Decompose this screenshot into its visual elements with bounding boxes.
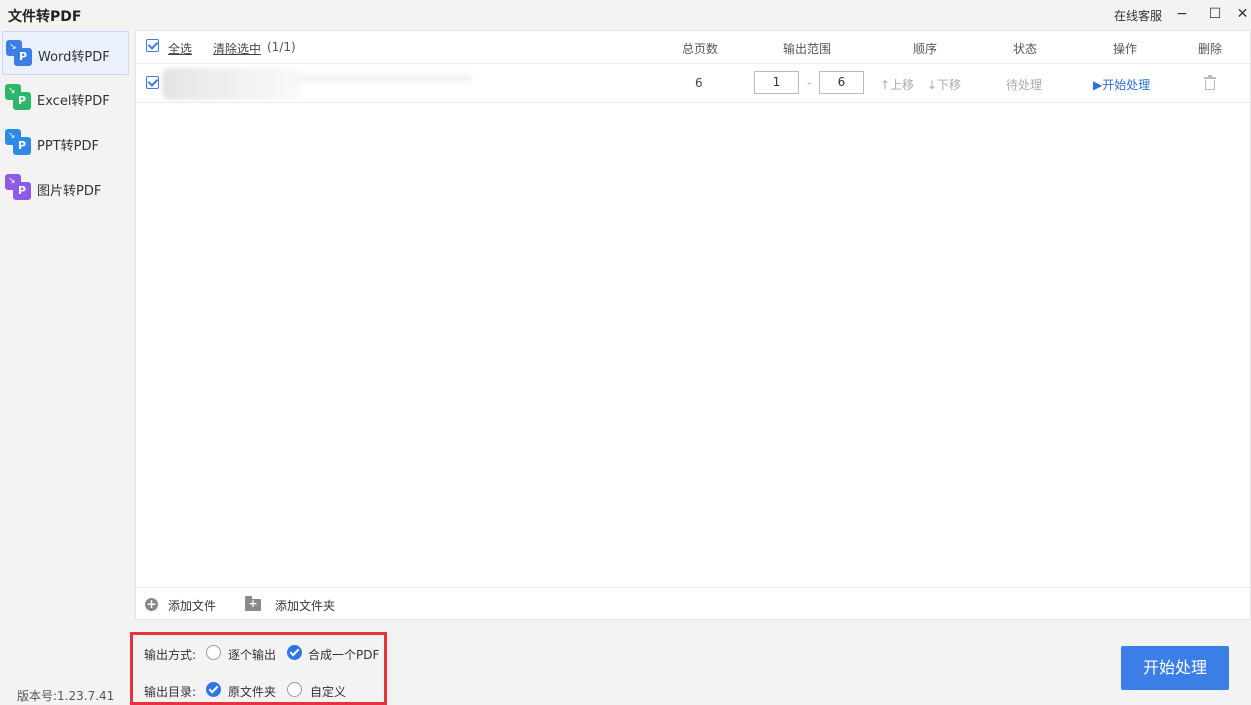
- output-options-panel: 输出方式: 逐个输出 合成一个PDF 输出目录: 原文件夹 自定义: [130, 632, 387, 705]
- clear-selection-link[interactable]: 清除选中: [213, 40, 261, 57]
- add-folder-icon[interactable]: +: [245, 596, 261, 611]
- excel-pdf-icon: ↘ P: [5, 84, 31, 110]
- move-up-button[interactable]: ↑上移: [880, 76, 914, 93]
- table-row: 6 1 - 6 ↑上移 ↓下移 待处理 ▶开始处理: [136, 64, 1250, 103]
- sidebar-item-excel-to-pdf[interactable]: ↘ P Excel转PDF: [2, 76, 129, 120]
- column-action: 操作: [1113, 42, 1138, 56]
- option-original-folder[interactable]: 原文件夹: [228, 683, 276, 700]
- close-icon[interactable]: ✕: [1234, 3, 1251, 25]
- file-name-blurred: [162, 68, 302, 100]
- output-mode-label: 输出方式:: [144, 648, 197, 662]
- column-range: 输出范围: [783, 42, 832, 56]
- table-header: 全选 清除选中 (1/1) 总页数 输出范围 顺序 状态 操作 删除: [136, 31, 1250, 64]
- sidebar-item-ppt-to-pdf[interactable]: ↘ P PPT转PDF: [2, 121, 129, 165]
- row-start-button[interactable]: ▶开始处理: [1093, 76, 1150, 93]
- version-label: 版本号:1.23.7.41: [17, 689, 115, 703]
- radio-merge-pdf[interactable]: [287, 645, 302, 660]
- output-dir-label: 输出目录:: [144, 685, 197, 699]
- move-down-button[interactable]: ↓下移: [927, 76, 961, 93]
- radio-individual-output[interactable]: [206, 645, 221, 660]
- file-actions-bar: + 添加文件 + 添加文件夹: [136, 587, 1250, 619]
- option-custom-folder[interactable]: 自定义: [310, 683, 346, 700]
- option-merge-pdf[interactable]: 合成一个PDF: [308, 646, 379, 663]
- row-checkbox[interactable]: [146, 76, 159, 89]
- add-file-icon[interactable]: +: [145, 598, 158, 611]
- radio-custom-folder[interactable]: [287, 682, 302, 697]
- online-service-link[interactable]: 在线客服: [1114, 7, 1162, 24]
- sidebar-item-label: Word转PDF: [38, 50, 110, 65]
- start-processing-button[interactable]: 开始处理: [1121, 646, 1229, 690]
- trash-icon[interactable]: [1204, 75, 1216, 90]
- sidebar-item-label: 图片转PDF: [37, 184, 102, 199]
- sidebar-item-label: Excel转PDF: [37, 94, 110, 109]
- sidebar-item-image-to-pdf[interactable]: ↘ P 图片转PDF: [2, 166, 129, 210]
- radio-original-folder[interactable]: [206, 682, 221, 697]
- sidebar-item-label: PPT转PDF: [37, 139, 99, 154]
- minimize-icon[interactable]: −: [1170, 3, 1194, 25]
- range-to-input[interactable]: 6: [819, 71, 864, 94]
- image-pdf-icon: ↘ P: [5, 174, 31, 200]
- app-title: 文件转PDF: [8, 9, 82, 25]
- sidebar-item-word-to-pdf[interactable]: ↘ P Word转PDF: [2, 31, 129, 75]
- ppt-pdf-icon: ↘ P: [5, 129, 31, 155]
- column-order: 顺序: [913, 42, 938, 56]
- row-pages: 6: [695, 76, 703, 90]
- file-name-blurred-tail: [296, 74, 471, 82]
- select-all-checkbox[interactable]: [146, 39, 159, 52]
- column-status: 状态: [1013, 42, 1038, 56]
- row-status: 待处理: [1006, 78, 1043, 92]
- select-all-link[interactable]: 全选: [168, 40, 192, 57]
- range-separator: -: [807, 76, 812, 90]
- range-from-input[interactable]: 1: [754, 71, 799, 94]
- title-bar: 文件转PDF 在线客服 − ☐ ✕: [0, 0, 1251, 30]
- selection-count: (1/1): [267, 40, 296, 54]
- maximize-icon[interactable]: ☐: [1203, 3, 1227, 25]
- option-individual-output[interactable]: 逐个输出: [228, 646, 276, 663]
- word-pdf-icon: ↘ P: [6, 40, 32, 66]
- file-list-panel: 全选 清除选中 (1/1) 总页数 输出范围 顺序 状态 操作 删除 6 1 -…: [135, 30, 1251, 620]
- add-folder-button[interactable]: 添加文件夹: [275, 597, 335, 614]
- sidebar: ↘ P Word转PDF ↘ P Excel转PDF ↘ P PPT转PDF ↘…: [0, 30, 131, 670]
- column-pages: 总页数: [682, 42, 719, 56]
- column-delete: 删除: [1198, 42, 1223, 56]
- add-file-button[interactable]: 添加文件: [168, 597, 216, 614]
